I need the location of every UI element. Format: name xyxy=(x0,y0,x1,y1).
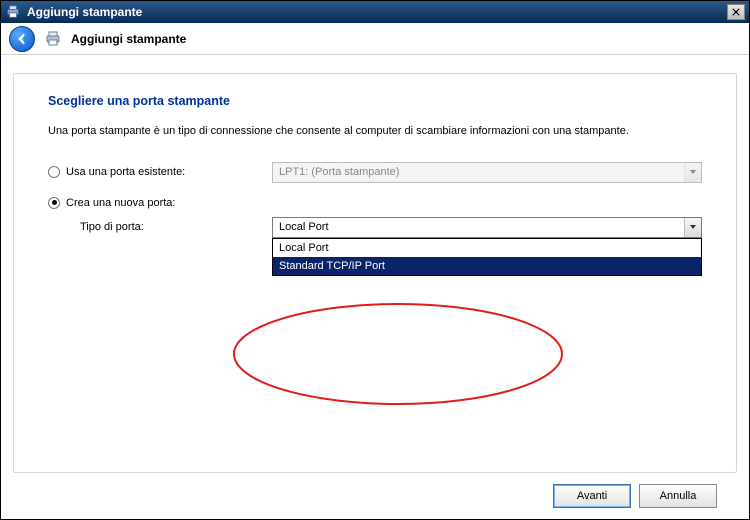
chevron-down-icon[interactable] xyxy=(684,218,701,237)
option-use-existing-row: Usa una porta esistente: LPT1: (Porta st… xyxy=(48,162,702,183)
option-create-new-row: Crea una nuova porta: xyxy=(48,197,702,209)
existing-port-value: LPT1: (Porta stampante) xyxy=(273,166,684,178)
back-button[interactable] xyxy=(9,26,35,52)
dropdown-item-tcpip-port[interactable]: Standard TCP/IP Port xyxy=(273,257,701,275)
dropdown-item-local-port[interactable]: Local Port xyxy=(273,239,701,257)
radio-use-existing[interactable] xyxy=(48,166,60,178)
existing-port-combo: LPT1: (Porta stampante) xyxy=(272,162,702,183)
content-panel: Scegliere una porta stampante Una porta … xyxy=(13,73,737,473)
printer-icon xyxy=(5,4,21,20)
port-type-label: Tipo di porta: xyxy=(48,221,272,233)
page-heading: Scegliere una porta stampante xyxy=(48,94,702,108)
wizard-content: Scegliere una porta stampante Una porta … xyxy=(1,55,749,519)
port-type-dropdown: Local Port Standard TCP/IP Port xyxy=(272,238,702,276)
port-type-combo[interactable]: Local Port Local Port Standard TCP/IP Po… xyxy=(272,217,702,238)
wizard-title: Aggiungi stampante xyxy=(71,32,186,46)
radio-create-new-label[interactable]: Crea una nuova porta: xyxy=(66,197,175,209)
port-type-selected: Local Port xyxy=(273,221,684,233)
radio-create-new[interactable] xyxy=(48,197,60,209)
annotation-ellipse xyxy=(228,300,568,408)
radio-use-existing-label[interactable]: Usa una porta esistente: xyxy=(66,166,185,178)
wizard-header: Aggiungi stampante xyxy=(1,23,749,55)
titlebar[interactable]: Aggiungi stampante xyxy=(1,1,749,23)
add-printer-window: Aggiungi stampante Aggiungi stampante Sc… xyxy=(0,0,750,520)
window-title: Aggiungi stampante xyxy=(27,5,727,19)
close-button[interactable] xyxy=(727,4,745,20)
printer-icon xyxy=(43,30,63,48)
cancel-button[interactable]: Annulla xyxy=(639,484,717,508)
next-button[interactable]: Avanti xyxy=(553,484,631,508)
page-description: Una porta stampante è un tipo di conness… xyxy=(48,124,698,140)
port-type-row: Tipo di porta: Local Port Local Port Sta… xyxy=(48,217,702,238)
chevron-down-icon xyxy=(684,163,701,182)
wizard-footer: Avanti Annulla xyxy=(13,473,737,519)
